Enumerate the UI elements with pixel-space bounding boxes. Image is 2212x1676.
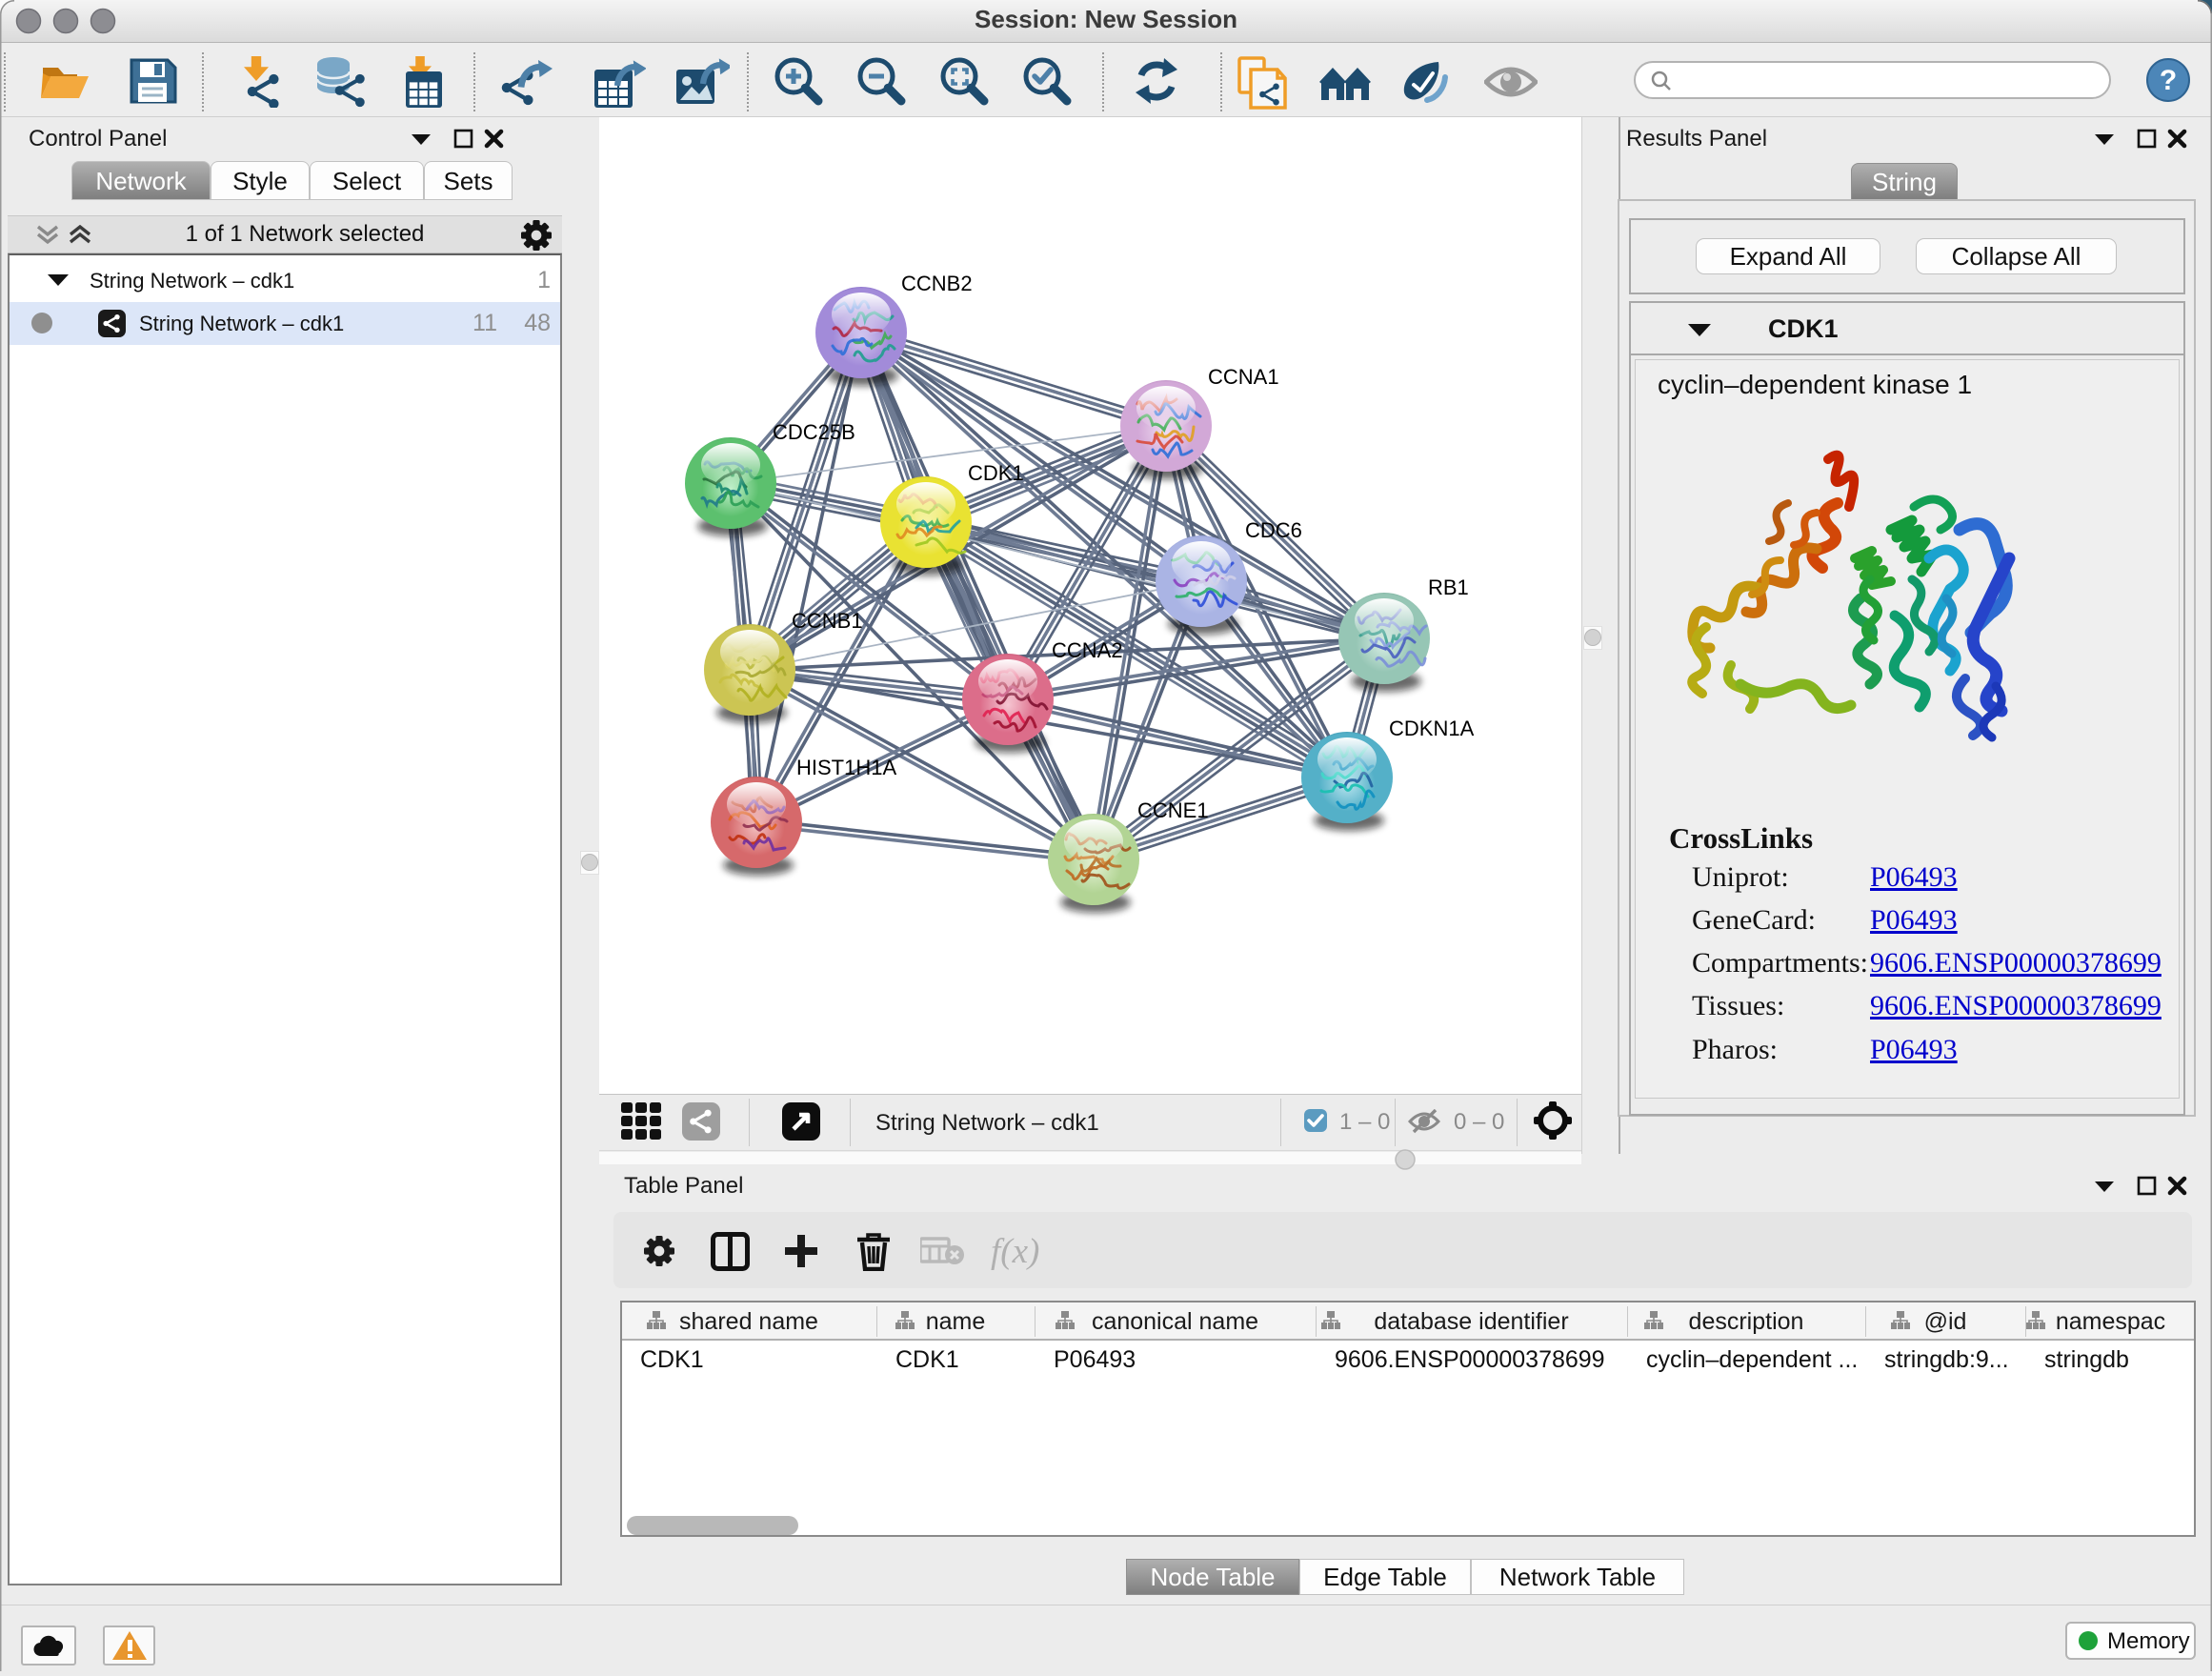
svg-text:HIST1H1A: HIST1H1A xyxy=(796,756,896,779)
svg-text:CDC25B: CDC25B xyxy=(773,420,855,444)
svg-text:CDC6: CDC6 xyxy=(1245,518,1302,542)
svg-text:RB1: RB1 xyxy=(1428,575,1469,599)
svg-text:CDK1: CDK1 xyxy=(968,461,1024,485)
svg-text:CDKN1A: CDKN1A xyxy=(1389,717,1475,740)
svg-text:CCNB2: CCNB2 xyxy=(901,272,973,295)
svg-text:CCNA2: CCNA2 xyxy=(1052,638,1123,662)
svg-text:?: ? xyxy=(2160,65,2177,96)
svg-text:CCNB1: CCNB1 xyxy=(792,609,863,633)
svg-text:CCNA1: CCNA1 xyxy=(1208,365,1279,389)
svg-text:CCNE1: CCNE1 xyxy=(1137,798,1209,822)
